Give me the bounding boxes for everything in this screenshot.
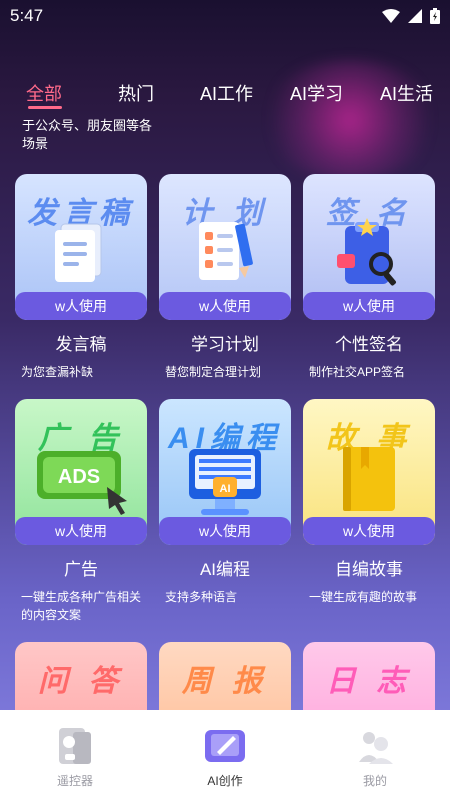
active-tab-indicator: [28, 106, 62, 109]
tab-hot[interactable]: 热门: [118, 80, 154, 106]
card-speech[interactable]: 发言稿 w人使用 发言稿 为您查漏补缺: [15, 174, 147, 381]
usage-badge: w人使用: [159, 292, 291, 320]
tab-ai-study[interactable]: AI学习: [290, 80, 343, 106]
signal-icon: [408, 9, 422, 23]
status-time: 5:47: [10, 6, 44, 25]
card-name: 学习计划: [191, 335, 259, 354]
bottom-navigation: 遥控器 AI创作 我的: [0, 710, 450, 800]
usage-badge: w人使用: [15, 292, 147, 320]
card-thumbnail: 广 告 ADS w人使用: [15, 399, 147, 545]
battery-icon: [430, 8, 440, 24]
nav-label: 我的: [362, 774, 387, 788]
computer-code-icon: AI: [189, 449, 261, 515]
card-desc: 为您查漏补缺: [21, 365, 94, 379]
status-bar: 5:47: [0, 0, 450, 32]
card-desc: 替您制定合理计划: [165, 365, 262, 379]
card-thumbnail: 故 事 w人使用: [303, 399, 435, 545]
card-thumbnail: 签 名 w人使用: [303, 174, 435, 320]
nav-label: AI创作: [207, 774, 243, 788]
clipboard-search-icon: [337, 218, 396, 286]
usage-badge: w人使用: [15, 517, 147, 545]
tab-ai-life[interactable]: AI生活: [380, 80, 433, 106]
card-thumbnail: AI编程 AI w人使用: [159, 399, 291, 545]
card-signature[interactable]: 签 名 w人使用 个性签名 制作社交APP签名: [303, 174, 435, 381]
card-thumbnail: 计 划 w人使用: [159, 174, 291, 320]
card-desc: 支持多种语言: [165, 590, 238, 604]
usage-badge: w人使用: [303, 517, 435, 545]
card-ai-coding[interactable]: AI编程 AI w人使用 AI编程 支持多种语言: [159, 399, 291, 606]
ads-screen-icon: ADS: [37, 451, 127, 515]
ads-text: ADS: [58, 466, 100, 488]
category-tabs: 全部 热门 AI工作 AI学习 AI生活: [0, 80, 450, 114]
ai-chip-text: AI: [220, 483, 231, 495]
background-glow: [260, 60, 440, 180]
card-desc: 一键生成各种广告相关的内容文案: [21, 590, 142, 622]
card-name: 发言稿: [55, 335, 107, 354]
ai-create-icon: [205, 730, 245, 762]
profile-icon: [359, 732, 393, 764]
usage-badge: w人使用: [303, 292, 435, 320]
card-study-plan[interactable]: 计 划 w人使用 学习计划 替您制定合理计划: [159, 174, 291, 381]
card-ads[interactable]: 广 告 ADS w人使用 广告 一键生成各种广告相关的内容文案: [15, 399, 147, 624]
nav-label: 遥控器: [56, 774, 93, 788]
checklist-pencil-icon: [199, 222, 253, 280]
card-thumbnail: 发言稿 w人使用: [15, 174, 147, 320]
card-desc: 一键生成有趣的故事: [309, 590, 418, 604]
nav-ai-create[interactable]: AI创作: [150, 710, 300, 800]
wifi-icon: [382, 9, 400, 23]
card-name: AI编程: [199, 560, 251, 579]
status-icons: [382, 8, 440, 24]
card-desc: 制作社交APP签名: [309, 365, 406, 379]
nav-profile[interactable]: 我的: [300, 710, 450, 800]
card-name: 个性签名: [335, 335, 403, 354]
category-description: 于公众号、朋友圈等各场景: [22, 118, 153, 151]
usage-badge: w人使用: [159, 517, 291, 545]
remote-icon: [59, 728, 91, 764]
book-icon: [343, 447, 395, 511]
document-icon: [55, 223, 102, 282]
tab-ai-work[interactable]: AI工作: [200, 80, 253, 106]
card-name: 广告: [64, 560, 98, 579]
tab-all[interactable]: 全部: [26, 80, 62, 106]
nav-remote[interactable]: 遥控器: [0, 710, 150, 800]
card-story[interactable]: 故 事 w人使用 自编故事 一键生成有趣的故事: [303, 399, 435, 606]
card-name: 自编故事: [335, 560, 403, 579]
